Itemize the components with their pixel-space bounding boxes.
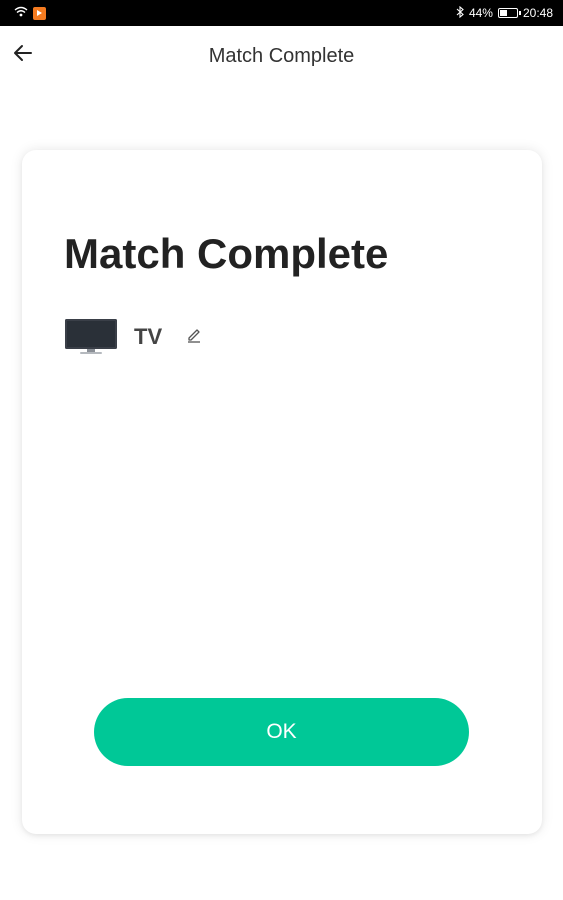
pencil-icon [186,327,202,348]
tv-icon [64,318,118,356]
status-left [14,6,46,20]
status-right: 44% 20:48 [456,5,553,21]
arrow-left-icon [13,44,33,67]
edit-name-button[interactable] [184,327,204,347]
page-title: Match Complete [208,44,355,67]
wifi-icon [14,6,28,20]
match-card: Match Complete TV OK [22,150,542,834]
app-notification-icon [33,6,46,20]
card-title: Match Complete [64,230,389,277]
battery-percent: 44% [468,6,493,20]
clock: 20:48 [522,6,553,20]
battery-icon [497,8,521,18]
ok-button[interactable]: OK [94,698,469,766]
device-row: TV [64,318,204,356]
status-bar: 44% 20:48 [0,0,563,26]
app-header: Match Complete [0,26,563,86]
back-button[interactable] [8,40,38,70]
bluetooth-icon [456,5,464,21]
device-name: TV [134,324,163,349]
